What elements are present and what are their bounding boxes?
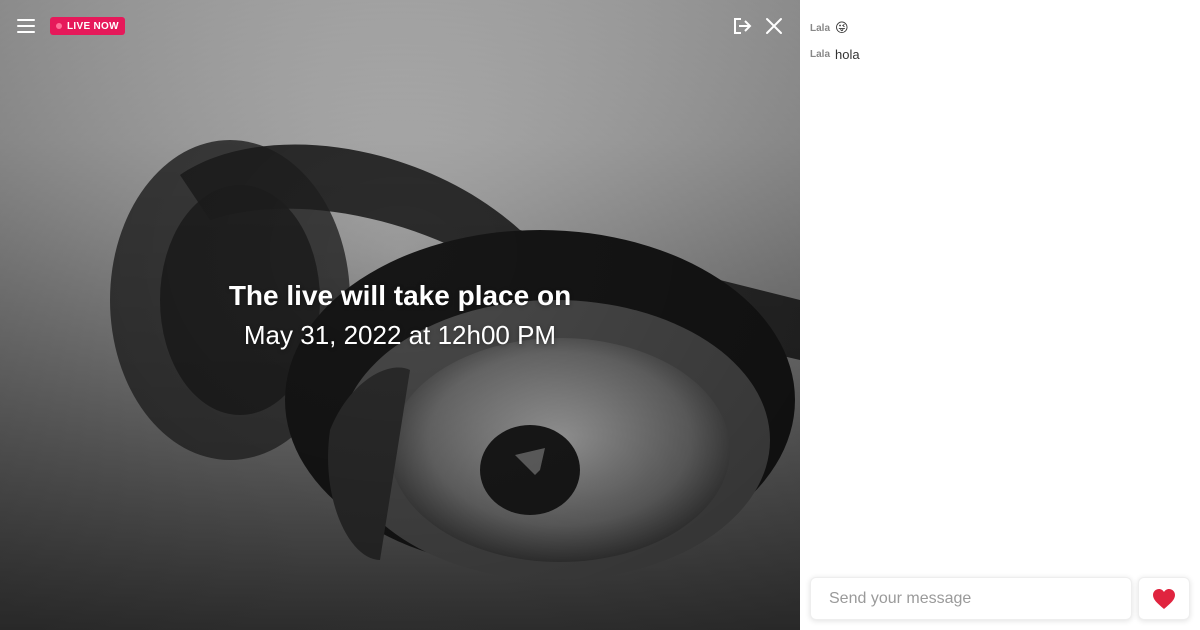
live-badge-label: LIVE NOW xyxy=(67,20,119,32)
live-dot-icon xyxy=(56,23,62,29)
chat-panel: Lala 😜 Lala hola xyxy=(800,0,1200,630)
close-icon[interactable] xyxy=(764,16,784,36)
hamburger-menu-icon[interactable] xyxy=(14,14,38,38)
message-author: Lala xyxy=(810,48,831,60)
exit-icon[interactable] xyxy=(731,15,753,37)
heart-icon xyxy=(1153,588,1175,609)
message-input[interactable] xyxy=(810,577,1132,620)
video-stage: LIVE NOW The live will take place on May… xyxy=(0,0,800,630)
schedule-announcement: The live will take place on May 31, 2022… xyxy=(0,278,800,352)
announcement-date: May 31, 2022 at 12h00 PM xyxy=(243,320,557,350)
message-composer xyxy=(810,577,1190,620)
message-author: Lala xyxy=(810,22,831,34)
chat-message-list: Lala 😜 Lala hola xyxy=(810,18,1190,70)
message-text: 😜 xyxy=(835,20,849,35)
message-text: hola xyxy=(835,46,860,62)
announcement-title: The live will take place on xyxy=(228,280,572,311)
live-now-badge: LIVE NOW xyxy=(50,17,125,35)
chat-message: Lala hola xyxy=(810,44,1190,64)
like-button[interactable] xyxy=(1138,577,1190,620)
chat-message: Lala 😜 xyxy=(810,18,1190,38)
stage-top-bar: LIVE NOW xyxy=(0,0,800,52)
live-stream-app: LIVE NOW The live will take place on May… xyxy=(0,0,1200,630)
